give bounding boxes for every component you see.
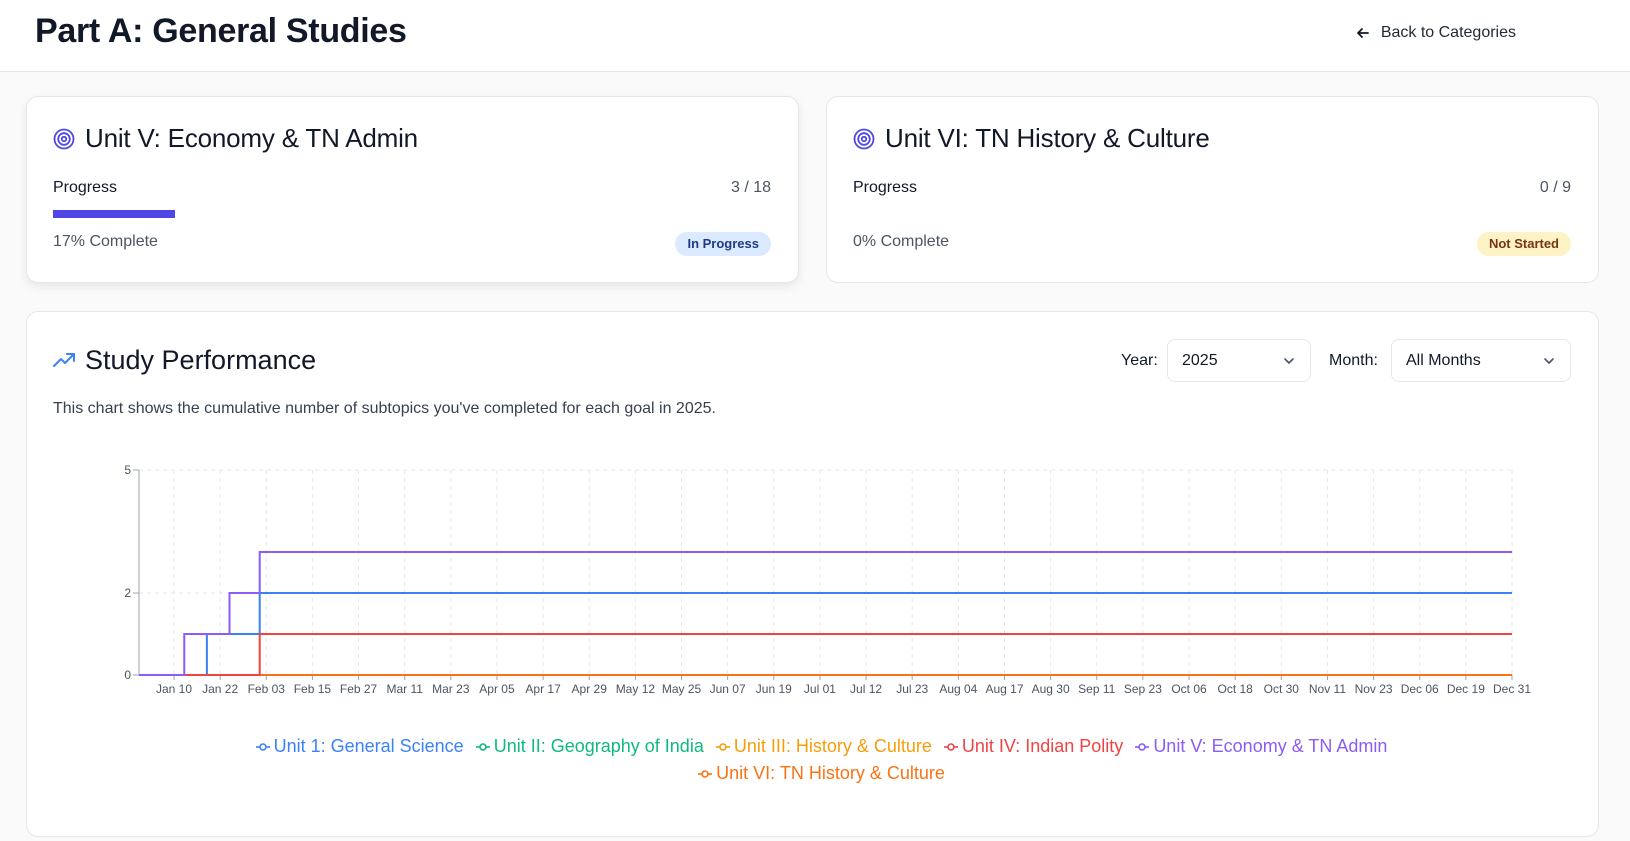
legend-label: Unit III: History & Culture (733, 736, 932, 756)
legend-marker-icon (1135, 742, 1150, 751)
x-tick-label: Feb 03 (248, 682, 286, 696)
x-tick-label: Apr 29 (572, 682, 608, 696)
x-tick-label: May 25 (662, 682, 702, 696)
complete-percent: 17% Complete (53, 233, 158, 250)
legend-item[interactable]: Unit 1: General Science (255, 736, 464, 757)
progress-bar (53, 210, 773, 218)
legend-marker-icon (475, 742, 490, 751)
x-tick-label: Oct 18 (1217, 682, 1253, 696)
legend-label: Unit IV: Indian Polity (961, 736, 1124, 756)
progress-label: Progress (853, 179, 918, 196)
progress-count: 0 / 9 (1539, 179, 1571, 196)
legend-label: Unit V: Economy & TN Admin (1153, 736, 1388, 756)
progress-label: Progress (53, 179, 118, 196)
complete-percent: 0% Complete (853, 233, 950, 250)
x-tick-label: May 12 (616, 682, 656, 696)
x-tick-label: Jun 07 (710, 682, 746, 696)
legend-marker-icon (943, 742, 958, 751)
legend-label: Unit II: Geography of India (493, 736, 704, 756)
y-tick-label: 2 (124, 586, 131, 600)
unit-title: Unit V: Economy & TN Admin (85, 123, 418, 153)
x-tick-label: Sep 23 (1124, 682, 1162, 696)
series-line (139, 551, 1512, 676)
legend-label: Unit VI: TN History & Culture (716, 763, 945, 783)
progress-count: 3 / 18 (730, 179, 771, 196)
x-tick-label: Mar 11 (386, 682, 423, 696)
series-line (139, 633, 1512, 676)
unit-card-v[interactable]: Unit V: Economy & TN Admin Progress 3 / … (26, 96, 799, 283)
back-button-label: Back to Categories (1380, 24, 1516, 41)
progress-bar-fill (53, 210, 176, 218)
x-tick-label: Dec 31 (1493, 682, 1531, 696)
x-tick-label: Jul 01 (804, 682, 836, 696)
status-badge: In Progress (675, 232, 771, 256)
x-tick-label: Dec 19 (1447, 682, 1485, 696)
x-tick-label: Aug 17 (985, 682, 1023, 696)
legend-item[interactable]: Unit IV: Indian Polity (943, 736, 1124, 757)
legend-item[interactable]: Unit III: History & Culture (715, 736, 932, 757)
back-to-categories-button[interactable]: Back to Categories (1355, 20, 1516, 46)
x-tick-label: Aug 04 (939, 682, 977, 696)
legend-marker-icon (255, 742, 270, 751)
study-performance-card: Study Performance Year: 2025 Month: All … (26, 311, 1599, 837)
legend-item[interactable]: Unit V: Economy & TN Admin (1135, 736, 1387, 757)
x-tick-label: Sep 11 (1078, 682, 1115, 696)
legend-label: Unit 1: General Science (273, 736, 464, 756)
x-tick-label: Dec 06 (1401, 682, 1439, 696)
x-tick-label: Oct 06 (1171, 682, 1207, 696)
chart-legend: Unit 1: General Science Unit II: Geograph… (27, 736, 1616, 757)
x-tick-label: Jan 10 (156, 682, 192, 696)
x-tick-label: Jul 12 (850, 682, 882, 696)
x-tick-label: Apr 17 (525, 682, 561, 696)
progress-bar (853, 210, 1573, 218)
x-tick-label: Feb 15 (294, 682, 332, 696)
legend-item[interactable]: Unit VI: TN History & Culture (698, 763, 945, 784)
page-title: Part A: General Studies (35, 12, 407, 50)
chart-legend-row: Unit VI: TN History & Culture (27, 763, 1616, 784)
y-tick-label: 5 (124, 463, 131, 477)
legend-marker-icon (698, 769, 713, 778)
x-tick-label: Oct 30 (1264, 682, 1300, 696)
x-tick-label: Jul 23 (896, 682, 928, 696)
cumulative-progress-chart: 0 2 5 Jan 10 Jan 22 Feb 03 Feb 15 Feb 27 Mar 11 M… (124, 463, 1531, 696)
legend-marker-icon (715, 742, 730, 751)
x-tick-label: Mar 23 (432, 682, 470, 696)
target-icon (53, 128, 75, 149)
y-tick-label: 0 (124, 668, 131, 682)
target-icon (853, 128, 875, 149)
legend-item[interactable]: Unit II: Geography of India (475, 736, 704, 757)
x-tick-label: Nov 23 (1355, 682, 1393, 696)
x-tick-label: Jun 19 (756, 682, 792, 696)
header-bar: Part A: General Studies Back to Categori… (0, 0, 1630, 72)
x-tick-label: Jan 22 (202, 682, 238, 696)
x-tick-label: Aug 30 (1032, 682, 1070, 696)
unit-title: Unit VI: TN History & Culture (885, 123, 1210, 153)
x-tick-label: Apr 05 (479, 682, 515, 696)
x-tick-label: Nov 11 (1309, 682, 1346, 696)
status-badge: Not Started (1476, 232, 1571, 256)
x-tick-label: Feb 27 (340, 682, 378, 696)
unit-card-vi[interactable]: Unit VI: TN History & Culture Progress 0… (826, 96, 1599, 283)
arrow-left-icon (1356, 28, 1369, 38)
